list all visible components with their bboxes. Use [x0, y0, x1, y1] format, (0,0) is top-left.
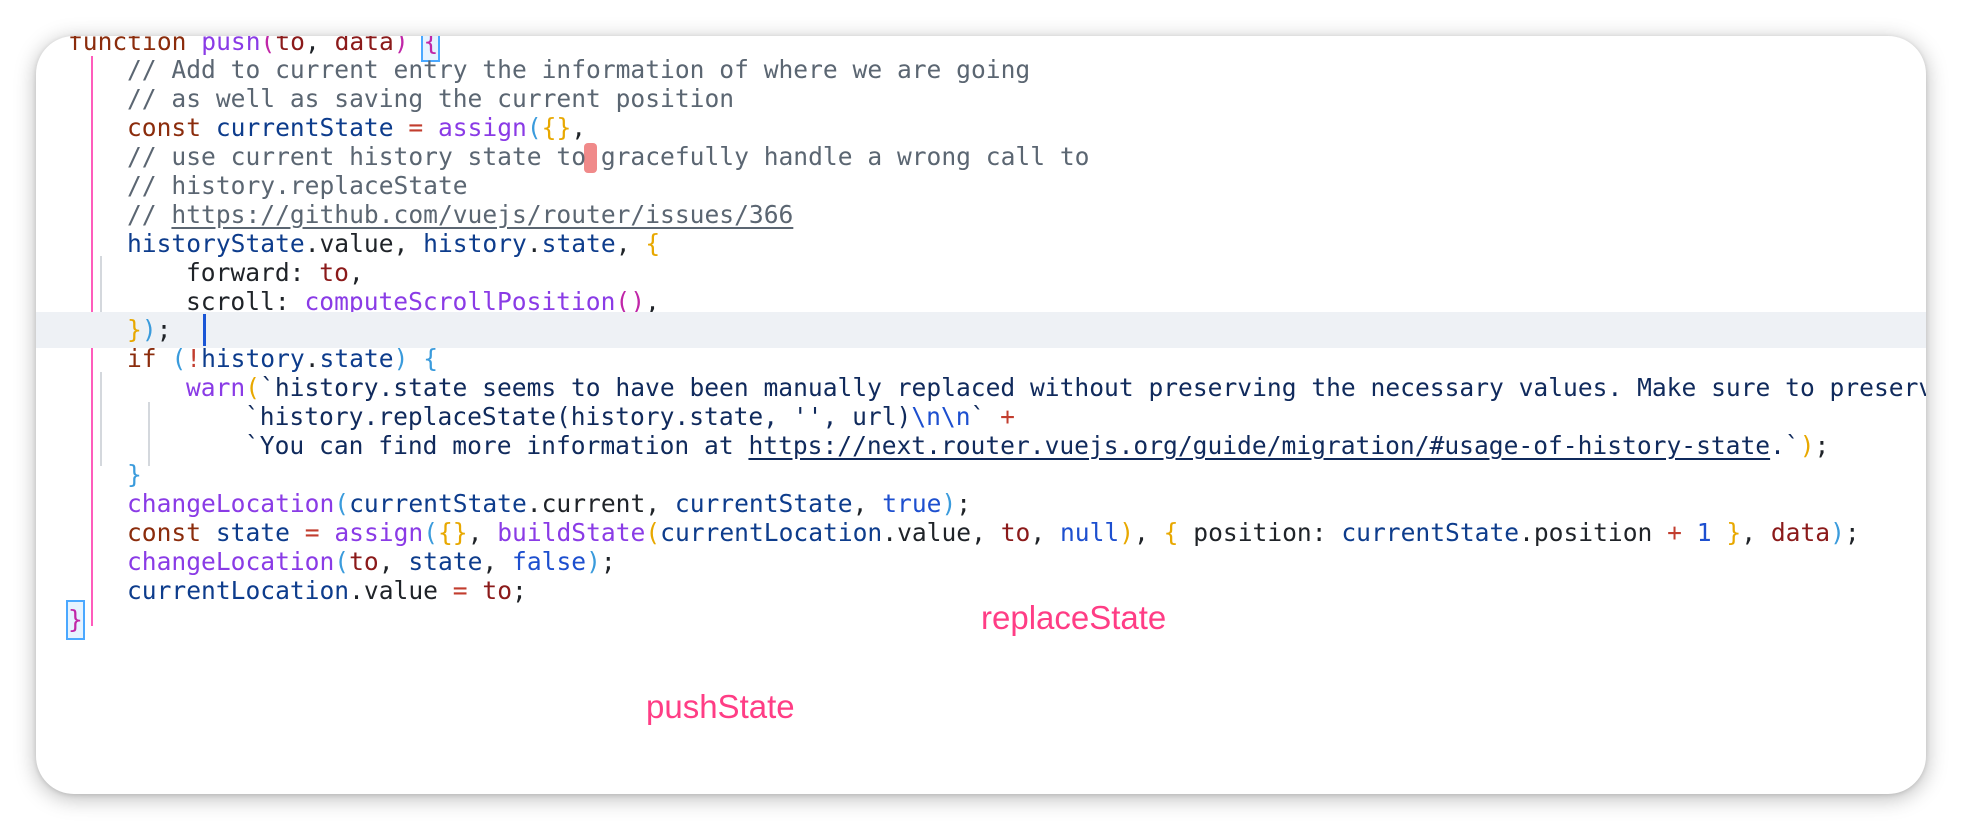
function-call: assign: [334, 518, 424, 547]
identifier: currentState: [674, 489, 853, 518]
object-key: position: [1193, 518, 1312, 547]
brace: {: [423, 344, 439, 373]
function-call: changeLocation: [127, 489, 335, 518]
paren: (: [171, 344, 187, 373]
matched-bracket-close: }: [66, 600, 85, 640]
paren: (: [423, 518, 438, 547]
property: state: [319, 344, 394, 373]
paren: (: [334, 489, 350, 518]
string-literal: `history.replaceState(history.state, '',…: [245, 402, 912, 431]
operator: =: [408, 113, 424, 142]
operator: =: [452, 576, 468, 605]
operator: +: [1000, 402, 1015, 431]
migration-guide-link[interactable]: https://next.router.vuejs.org/guide/migr…: [748, 431, 1770, 460]
param-to: to: [319, 258, 349, 287]
property: value: [319, 229, 394, 258]
literal-false: false: [512, 547, 587, 576]
line-text: }: [66, 600, 85, 640]
operator: =: [304, 518, 320, 547]
brace: }: [127, 460, 142, 489]
brace: {: [645, 229, 661, 258]
paren: (: [334, 547, 350, 576]
paren: ): [1119, 518, 1135, 547]
brace: {}: [438, 518, 468, 547]
param-data: data: [1770, 518, 1831, 547]
string-literal: .`: [1770, 431, 1800, 460]
comment-prefix: //: [127, 200, 172, 229]
property: position: [1533, 518, 1653, 547]
paren: ): [1799, 431, 1815, 460]
code-editor[interactable]: function push(to, data) { // Add to curr…: [36, 36, 1926, 794]
identifier: history: [201, 344, 305, 373]
identifier: currentLocation: [127, 576, 350, 605]
operator: !: [186, 344, 202, 373]
paren: ): [941, 489, 957, 518]
number: 1: [1696, 518, 1712, 547]
literal-true: true: [882, 489, 942, 518]
paren: (: [645, 518, 661, 547]
operator: +: [1667, 518, 1682, 547]
identifier: currentState: [349, 489, 527, 518]
brace: {}: [541, 113, 572, 142]
identifier: historyState: [127, 229, 305, 258]
escape-sequence: \n\n: [911, 402, 971, 431]
literal-null: null: [1059, 518, 1120, 547]
keyword-const: const: [127, 113, 202, 142]
function-call: assign: [437, 113, 527, 142]
identifier: state: [215, 518, 290, 547]
brace: }: [1726, 518, 1742, 547]
param-to: to: [482, 576, 513, 605]
annotation-push-state: pushState: [646, 688, 795, 725]
identifier: state: [408, 547, 483, 576]
string-literal: `You can find more information at: [245, 431, 749, 460]
param-to: to: [1000, 518, 1031, 547]
annotation-replace-state: replaceState: [981, 599, 1167, 636]
function-call: changeLocation: [127, 547, 335, 576]
keyword-const: const: [127, 518, 202, 547]
identifier: currentState: [215, 113, 394, 142]
brace: }: [127, 315, 142, 344]
screenshot-card: function push(to, data) { // Add to curr…: [36, 36, 1926, 794]
string-literal: `history.state seems to have been manual…: [260, 373, 1926, 402]
brace: {: [1163, 518, 1179, 547]
paren: ): [586, 547, 601, 576]
paren: ): [141, 315, 157, 344]
property: state: [541, 229, 616, 258]
property: value: [897, 518, 972, 547]
string-literal: `: [970, 402, 986, 431]
paren: ): [393, 344, 409, 373]
issue-link[interactable]: https://github.com/vuejs/router/issues/3…: [171, 200, 793, 229]
keyword-if: if: [127, 344, 157, 373]
object-key: forward: [186, 258, 290, 287]
function-call: buildState: [497, 518, 646, 547]
paren: (: [245, 373, 261, 402]
property: current: [541, 489, 646, 518]
property: value: [363, 576, 438, 605]
identifier: history: [423, 229, 527, 258]
param-to: to: [349, 547, 379, 576]
paren: ): [1830, 518, 1845, 547]
paren: (: [526, 113, 542, 142]
identifier: currentState: [1341, 518, 1520, 547]
function-call: warn: [186, 373, 246, 402]
identifier: currentLocation: [660, 518, 883, 547]
